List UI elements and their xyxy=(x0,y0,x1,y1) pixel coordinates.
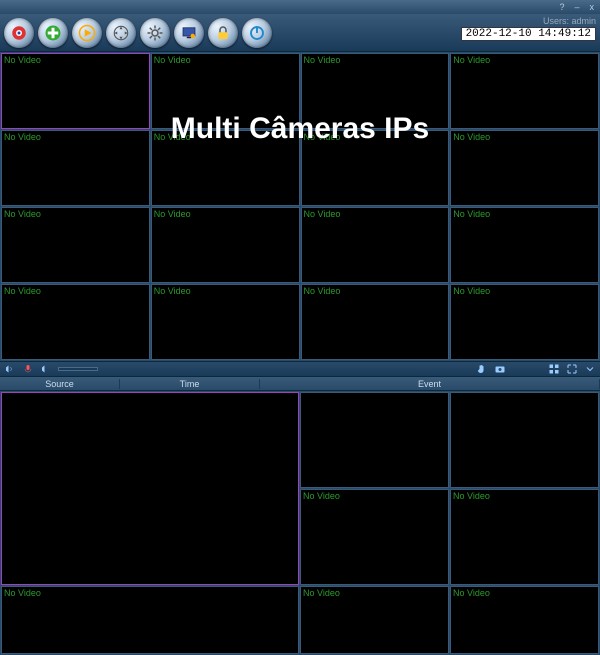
help-button[interactable]: ? xyxy=(559,2,564,12)
camera-cell[interactable] xyxy=(450,392,599,488)
no-video-label: No Video xyxy=(4,132,41,142)
event-log-header: Source Time Event xyxy=(0,377,600,391)
camera-cell[interactable]: No Video xyxy=(450,489,599,585)
camera-cell[interactable]: No Video xyxy=(1,130,150,206)
camera-cell[interactable]: No Video xyxy=(301,53,450,129)
hand-icon[interactable] xyxy=(476,363,488,375)
lock-button[interactable] xyxy=(208,18,238,48)
chevron-down-icon[interactable] xyxy=(584,363,596,375)
camera-cell[interactable]: No Video xyxy=(450,207,599,283)
col-event[interactable]: Event xyxy=(260,379,600,389)
no-video-label: No Video xyxy=(304,55,341,65)
camera-cell[interactable]: No Video xyxy=(151,284,300,360)
camera-grid-bottom: No Video No Video No Video No Video No V… xyxy=(0,391,600,655)
no-video-label: No Video xyxy=(4,588,41,598)
no-video-label: No Video xyxy=(453,588,490,598)
ptz-button[interactable] xyxy=(106,18,136,48)
snapshot-icon[interactable] xyxy=(494,363,506,375)
live-view-button[interactable] xyxy=(4,18,34,48)
no-video-label: No Video xyxy=(4,55,41,65)
camera-cell[interactable]: No Video xyxy=(300,586,449,654)
camera-cell-large[interactable] xyxy=(1,392,299,585)
no-video-label: No Video xyxy=(304,132,341,142)
window-titlebar: ? – x xyxy=(0,0,600,14)
no-video-label: No Video xyxy=(453,209,490,219)
camera-grid-top: No Video No Video No Video No Video No V… xyxy=(0,52,600,361)
mid-toolbar xyxy=(0,361,600,377)
main-toolbar: Users: admin 2022-12-10 14:49:12 xyxy=(0,14,600,52)
no-video-label: No Video xyxy=(304,286,341,296)
camera-cell[interactable]: No Video xyxy=(151,53,300,129)
camera-cell[interactable]: No Video xyxy=(301,207,450,283)
fullscreen-icon[interactable] xyxy=(566,363,578,375)
mic-icon[interactable] xyxy=(22,363,34,375)
playback-button[interactable] xyxy=(72,18,102,48)
camera-cell[interactable]: No Video xyxy=(1,207,150,283)
no-video-label: No Video xyxy=(4,286,41,296)
camera-cell[interactable]: No Video xyxy=(450,284,599,360)
no-video-label: No Video xyxy=(4,209,41,219)
col-time[interactable]: Time xyxy=(120,379,260,389)
camera-cell[interactable] xyxy=(300,392,449,488)
power-button[interactable] xyxy=(242,18,272,48)
users-label: Users: admin xyxy=(543,16,596,26)
no-video-label: No Video xyxy=(303,588,340,598)
camera-cell[interactable]: No Video xyxy=(1,53,150,129)
camera-cell[interactable]: No Video xyxy=(450,586,599,654)
camera-cell[interactable]: No Video xyxy=(1,586,299,654)
volume-icon[interactable] xyxy=(40,363,52,375)
add-device-button[interactable] xyxy=(38,18,68,48)
no-video-label: No Video xyxy=(154,55,191,65)
camera-cell[interactable]: No Video xyxy=(450,53,599,129)
no-video-label: No Video xyxy=(154,132,191,142)
camera-cell[interactable]: No Video xyxy=(151,130,300,206)
grid-layout-icon[interactable] xyxy=(548,363,560,375)
minimize-button[interactable]: – xyxy=(574,2,579,12)
clock-display: 2022-12-10 14:49:12 xyxy=(461,27,596,41)
camera-cell[interactable]: No Video xyxy=(301,284,450,360)
no-video-label: No Video xyxy=(453,286,490,296)
camera-cell[interactable]: No Video xyxy=(300,489,449,585)
camera-cell[interactable]: No Video xyxy=(151,207,300,283)
volume-slider[interactable] xyxy=(58,367,98,371)
settings-button[interactable] xyxy=(140,18,170,48)
camera-cell[interactable]: No Video xyxy=(450,130,599,206)
camera-cell[interactable]: No Video xyxy=(1,284,150,360)
close-button[interactable]: x xyxy=(590,2,595,12)
camera-cell[interactable]: No Video xyxy=(301,130,450,206)
no-video-label: No Video xyxy=(453,491,490,501)
no-video-label: No Video xyxy=(154,286,191,296)
no-video-label: No Video xyxy=(303,491,340,501)
no-video-label: No Video xyxy=(154,209,191,219)
no-video-label: No Video xyxy=(304,209,341,219)
col-source[interactable]: Source xyxy=(0,379,120,389)
audio-icon[interactable] xyxy=(4,363,16,375)
monitor-button[interactable] xyxy=(174,18,204,48)
no-video-label: No Video xyxy=(453,132,490,142)
no-video-label: No Video xyxy=(453,55,490,65)
